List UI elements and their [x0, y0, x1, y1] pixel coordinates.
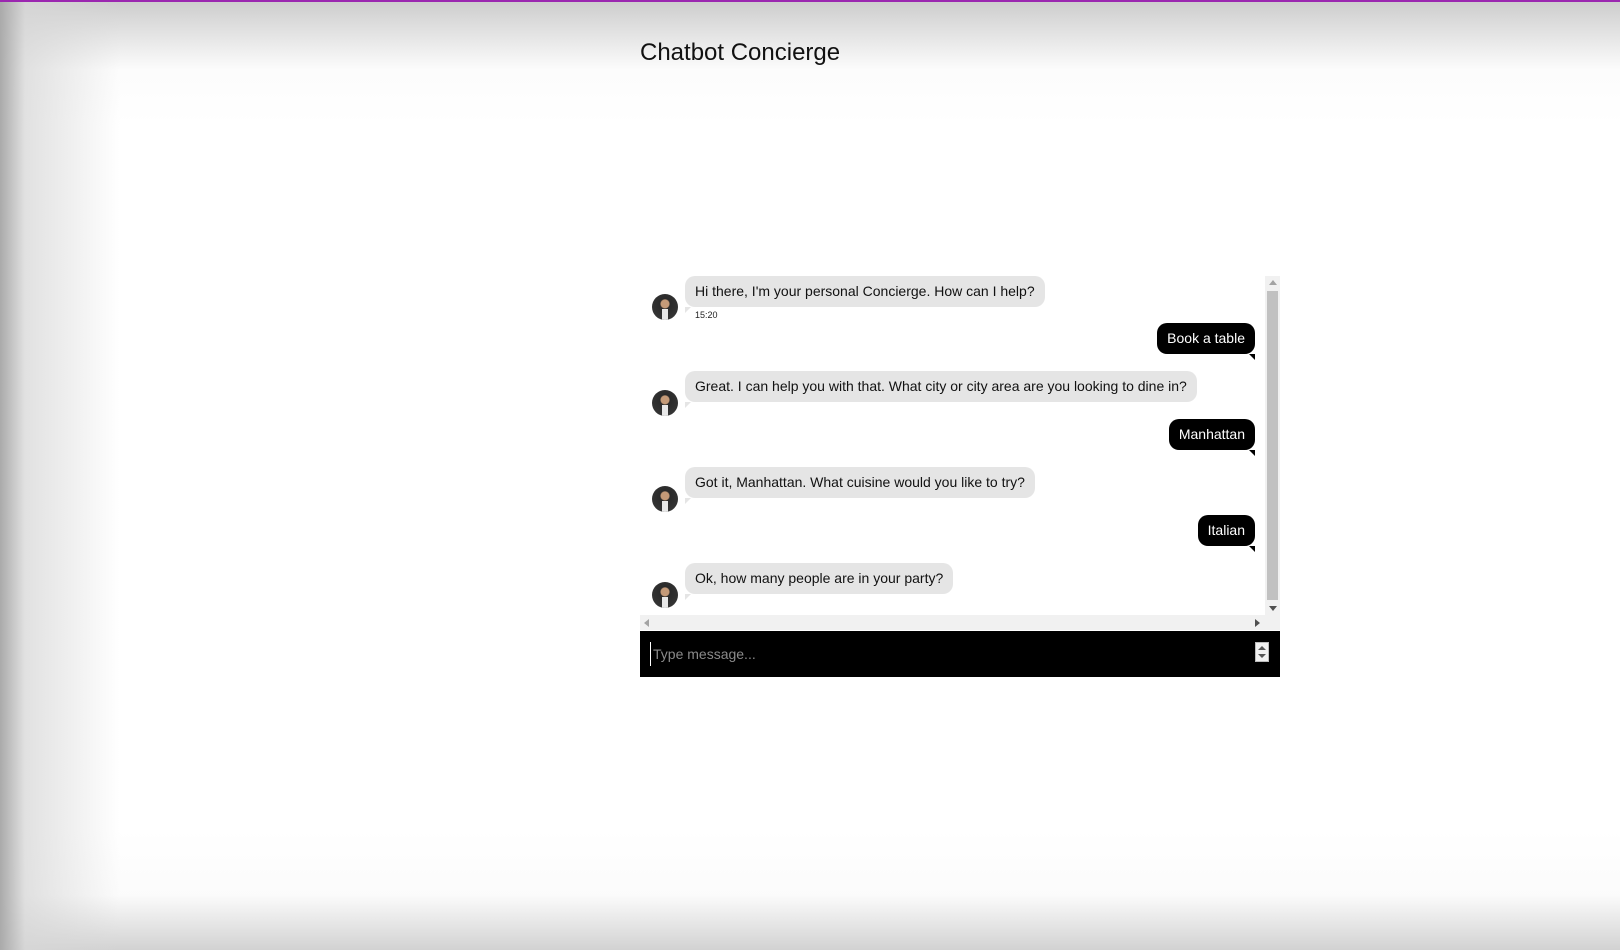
message-list[interactable]: Hi there, I'm your personal Concierge. H… [640, 276, 1265, 615]
bot-message: Ok, how many people are in your party? [652, 563, 1252, 613]
page-title: Chatbot Concierge [640, 39, 841, 66]
message-input[interactable] [650, 642, 1245, 666]
bot-avatar-icon [652, 486, 678, 512]
bot-message-bubble: Hi there, I'm your personal Concierge. H… [685, 276, 1045, 313]
scroll-up-icon[interactable] [1269, 280, 1277, 285]
message-timestamp: 15:20 [695, 310, 718, 320]
user-message-bubble: Book a table [1157, 323, 1255, 360]
spinner-down-icon[interactable] [1258, 654, 1266, 658]
user-message-bubble: Manhattan [1168, 419, 1256, 456]
bot-message: Great. I can help you with that. What ci… [652, 371, 1252, 421]
user-message-bubble: Italian [1197, 515, 1256, 552]
scrollbar-thumb[interactable] [1267, 291, 1278, 600]
chat-window: Hi there, I'm your personal Concierge. H… [640, 276, 1280, 677]
message-composer [640, 631, 1280, 677]
scroll-right-icon[interactable] [1255, 619, 1260, 627]
bot-message-bubble: Ok, how many people are in your party? [685, 563, 954, 600]
scroll-left-icon[interactable] [644, 619, 649, 627]
input-spinner[interactable] [1255, 642, 1269, 662]
vertical-scrollbar[interactable] [1265, 276, 1280, 615]
accent-line [0, 0, 1620, 2]
bot-message-bubble: Great. I can help you with that. What ci… [685, 371, 1197, 408]
bot-avatar-icon [652, 390, 678, 416]
bot-message: Hi there, I'm your personal Concierge. H… [652, 276, 1252, 326]
spinner-up-icon[interactable] [1258, 646, 1266, 650]
bot-message: Got it, Manhattan. What cuisine would yo… [652, 467, 1252, 517]
bot-avatar-icon [652, 294, 678, 320]
bot-avatar-icon [652, 582, 678, 608]
bot-message-bubble: Got it, Manhattan. What cuisine would yo… [685, 467, 1035, 504]
horizontal-scrollbar[interactable] [640, 615, 1265, 630]
scroll-down-icon[interactable] [1269, 606, 1277, 611]
scrollbar-corner [1265, 615, 1280, 630]
